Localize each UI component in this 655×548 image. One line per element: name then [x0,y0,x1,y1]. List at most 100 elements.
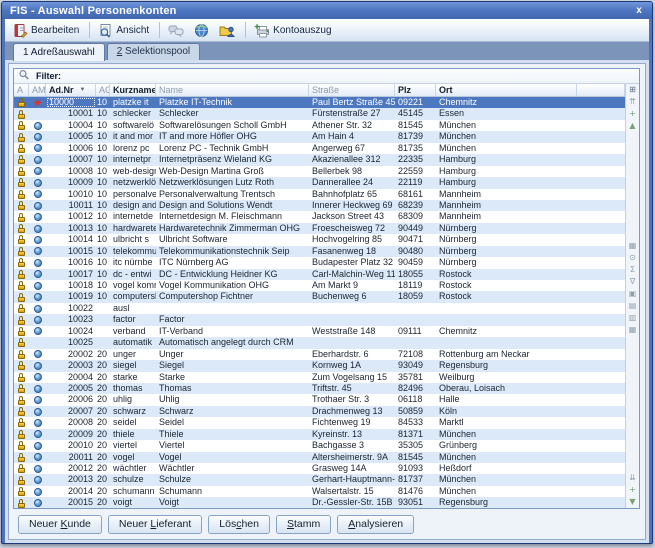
kontoauszug-button[interactable]: Kontoauszug [250,21,337,40]
table-row[interactable]: 2001020viertelViertelBachgasse 335305Grü… [14,440,625,451]
cell-am [29,452,46,463]
table-row[interactable]: 2000720schwarzSchwarzDrachmenweg 1350859… [14,406,625,417]
table-row[interactable]: 2000920thieleThieleKyreinstr. 1381371Mün… [14,429,625,440]
messages-button[interactable] [164,21,190,40]
column-header-plz[interactable]: Plz [395,84,436,96]
table-row[interactable]: 1001910computershComputershop FichtnerBu… [14,291,625,302]
table-row[interactable]: 2000520thomasThomasTriftstr. 4582496Ober… [14,383,625,394]
table-row[interactable]: 1000410softwarelöSoftwarelösungen Scholl… [14,120,625,131]
column-header-nr[interactable]: Ad.Nr▼ [46,84,96,96]
ansicht-button[interactable]: Ansicht [94,21,155,40]
table-row[interactable]: 1000810web-designWeb-Design Martina Groß… [14,166,625,177]
cell-ag: 10 [96,97,110,108]
column-header-name[interactable]: Name [156,84,309,96]
table-row[interactable]: 1000110schleckerSchleckerFürstenstraße 2… [14,108,625,119]
table-row[interactable]: 2001420schumannSchumannWalsertalstr. 158… [14,486,625,497]
table-row[interactable]: 2000420starkeStarkeZum Vogelsang 1535781… [14,372,625,383]
table-row[interactable]: 10024verbandIT-VerbandWeststraße 1480911… [14,326,625,337]
cell-nr: 10011 [46,200,96,211]
loeschen-button[interactable]: Löschen [208,515,270,534]
cell-str: Budapester Platz 32 [309,257,395,268]
cell-ort: Marktl [436,417,577,428]
ansicht-button-label: Ansicht [116,25,149,36]
table-row[interactable]: 1000010platzke itPlatzke IT-TechnikPaul … [14,97,625,108]
cell-plz: 93051 [395,497,436,508]
add-row-icon[interactable]: + [627,484,639,496]
table-row[interactable]: 1001010personalvePersonalverwaltung Tren… [14,189,625,200]
table-row[interactable]: 1001110design andDesign and Solutions We… [14,200,625,211]
cell-kurz: viertel [110,440,156,451]
table-view-icon[interactable]: ▦ [627,240,639,252]
table-row[interactable]: 2000320siegelSiegelKornweg 1A93049Regens… [14,360,625,371]
table-row[interactable]: 10023factorFactor [14,314,625,325]
cell-am [29,486,46,497]
cell-filler [577,108,625,119]
globe-icon [34,144,42,152]
lock-icon [18,144,26,153]
table-row[interactable]: 1001410ulbricht sUlbricht SoftwareHochvo… [14,234,625,245]
table-row[interactable]: 2000820seidelSeidelFichtenweg 1984533Mar… [14,417,625,428]
cell-filler [577,154,625,165]
cell-plz: 82496 [395,383,436,394]
insert-row-icon[interactable]: + [627,108,639,120]
cell-ag: 20 [96,417,110,428]
column-header-filler[interactable] [577,84,625,96]
table-row[interactable]: 1000510it and morIT and more Höfler OHGA… [14,131,625,142]
close-button[interactable]: x [631,4,647,18]
table-row[interactable]: 1001610itc nürnbeITC Nürnberg AGBudapest… [14,257,625,268]
table-row[interactable]: 2001120vogelVogelAltersheimerstr. 9A8154… [14,452,625,463]
cell-plz: 90480 [395,246,436,257]
internet-button[interactable] [190,21,215,40]
cell-a [14,200,29,211]
table-row[interactable]: 2000620uhligUhligTrothaer Str. 306118Hal… [14,394,625,405]
column-header-str[interactable]: Straße [309,84,395,96]
sum-icon[interactable]: Σ [627,264,639,276]
bearbeiten-button[interactable]: Bearbeiten [9,21,85,40]
table-row[interactable]: 2001320schulzeSchulzeGerhart-Hauptmann-R… [14,474,625,485]
cell-a [14,360,29,371]
cell-ag: 10 [96,143,110,154]
row-down-icon[interactable]: ▼ [627,496,639,508]
cell-kurz: unger [110,349,156,360]
neuer-lieferant-button[interactable]: Neuer Lieferant [108,515,202,534]
table-row[interactable]: 1001210internetdeInternetdesign M. Fleis… [14,211,625,222]
grid-settings-icon[interactable]: ⊞ [627,84,639,96]
table-row[interactable]: 1001310hardwareteHardwaretechnik Zimmerm… [14,223,625,234]
column-header-ag[interactable]: AG [96,84,110,96]
scroll-top-icon[interactable]: ⇈ [627,96,639,108]
tab-adressauswahl[interactable]: 1 Adreßauswahl [13,43,105,61]
stamm-button[interactable]: Stamm [276,515,331,534]
filter-magnifier-icon[interactable] [18,69,30,83]
globe-icon [34,133,42,141]
column-header-ort[interactable]: Ort [436,84,577,96]
column-header-a[interactable]: A [14,84,29,96]
cell-am [29,303,46,314]
scroll-bottom-icon[interactable]: ⇊ [627,472,639,484]
grid-view-icon[interactable]: ▦ [627,324,639,336]
table-row[interactable]: 10022ausl [14,303,625,314]
table-row[interactable]: 10025automatikAutomatisch angelegt durch… [14,337,625,348]
column-header-am[interactable]: AM [29,84,46,96]
search-icon[interactable]: ⊙ [627,252,639,264]
filter-icon[interactable]: ∇ [627,276,639,288]
table-row[interactable]: 1000910netzwerklöNetzwerklösungen Lutz R… [14,177,625,188]
table-row[interactable]: 2001220wächtlerWächtlerGrasweg 14A91093H… [14,463,625,474]
tab-selektionspool[interactable]: 2 Selektionspool [107,43,200,60]
analysieren-button[interactable]: Analysieren [337,515,414,534]
table-row[interactable]: 1001810vogel kommVogel Kommunikation OHG… [14,280,625,291]
detail-view-icon[interactable]: ▥ [627,312,639,324]
column-header-kurz[interactable]: Kurzname [110,84,156,96]
copy-icon[interactable]: ▣ [627,288,639,300]
row-up-icon[interactable]: ▲ [627,120,639,132]
table-row[interactable]: 1001710dc - entwiDC - Entwicklung Heidne… [14,269,625,280]
list-view-icon[interactable]: ▤ [627,300,639,312]
table-row[interactable]: 2000220ungerUngerEberhardstr. 672108Rott… [14,349,625,360]
cell-str: Paul Bertz Straße 45 [309,97,395,108]
neuer-kunde-button[interactable]: Neuer Kunde [18,515,102,534]
table-row[interactable]: 1001510telekommunTelekommunikationstechn… [14,246,625,257]
cell-plz: 81735 [395,143,436,154]
table-row[interactable]: 1000610lorenz pcLorenz PC - Technik GmbH… [14,143,625,154]
customer-folder-button[interactable] [215,21,241,40]
table-row[interactable]: 2001520voigtVoigtDr.-Gessler-Str. 15B930… [14,497,625,508]
table-row[interactable]: 1000710internetprInternetpräsenz Wieland… [14,154,625,165]
